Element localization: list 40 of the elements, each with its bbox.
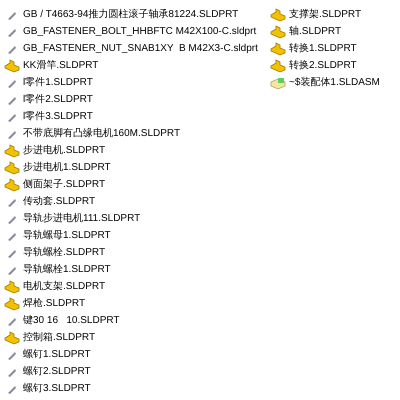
file-name[interactable]: 螺钉3.SLDPRT [23,382,91,396]
file-name[interactable]: 控制箱.SLDPRT [23,330,96,344]
part-icon [270,8,286,22]
file-name[interactable]: 不带底脚有凸缘电机160M.SLDPRT [23,126,180,140]
file-name[interactable]: GB / T4663-94推力圆柱滚子轴承81224.SLDPRT [23,8,238,22]
file-name[interactable]: 转换2.SLDPRT [289,58,357,72]
file-name[interactable]: 轴.SLDPRT [289,24,342,38]
file-name[interactable]: 螺钉2.SLDPRT [23,364,91,378]
file-name[interactable]: 键30 16 10.SLDPRT [23,314,120,328]
file-name[interactable]: 传动套.SLDPRT [23,194,96,208]
file-name[interactable]: 导轨步进电机111.SLDPRT [23,212,140,226]
file-name[interactable]: l零件3.SLDPRT [23,110,93,124]
file-name[interactable]: 导轨螺栓1.SLDPRT [23,262,111,276]
file-name[interactable]: 导轨螺栓.SLDPRT [23,246,106,260]
part-icon [270,24,286,38]
file-name[interactable]: GB_FASTENER_NUT_SNAB1XY B M42X3-C.sldprt [23,42,258,56]
file-name[interactable]: GB_FASTENER_BOLT_HHBFTC M42X100-C.sldprt [23,24,256,38]
part-icon [4,296,20,310]
part-icon [270,58,286,72]
part-icon [4,160,20,174]
file-name[interactable]: 焊枪.SLDPRT [23,296,86,310]
file-name[interactable]: 步进电机.SLDPRT [23,144,106,158]
file-name[interactable]: 转换1.SLDPRT [289,42,357,56]
part-icon [4,280,20,294]
part-icon [4,144,20,158]
part-icon [4,58,20,72]
part-icon [4,330,20,344]
file-name[interactable]: 螺钉1.SLDPRT [23,348,91,362]
file-name[interactable]: 步进电机1.SLDPRT [23,160,111,174]
file-name[interactable]: l零件2.SLDPRT [23,92,93,106]
part-icon [4,178,20,192]
file-name[interactable]: 电机支架.SLDPRT [23,280,106,294]
file-name[interactable]: 导轨螺母1.SLDPRT [23,228,111,242]
file-name[interactable]: KK滑竿.SLDPRT [23,58,98,72]
assembly-icon [270,76,286,90]
file-name[interactable]: ~$装配体1.SLDASM [289,76,380,90]
part-icon [270,42,286,56]
file-name[interactable]: 侧面架子.SLDPRT [23,178,106,192]
file-name[interactable]: l零件1.SLDPRT [23,76,93,90]
file-name[interactable]: 支撑架.SLDPRT [289,8,362,22]
